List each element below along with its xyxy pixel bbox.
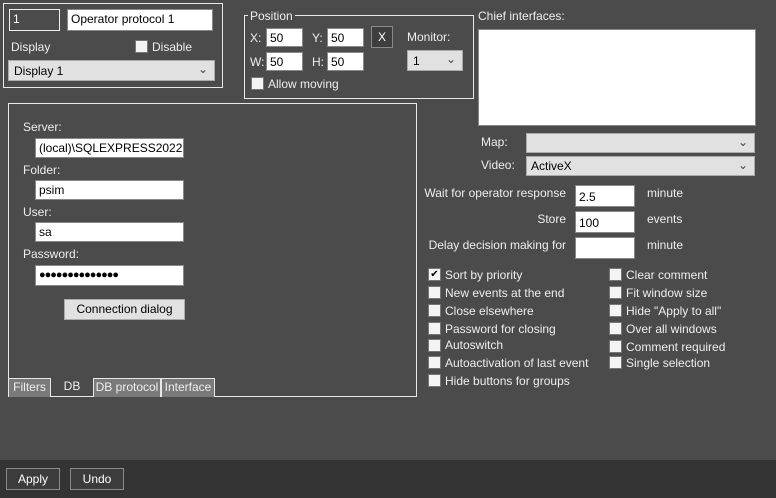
user-label: User: <box>23 205 52 219</box>
monitor-select[interactable]: 1 ⌄ <box>407 50 463 71</box>
map-select[interactable]: ⌄ <box>526 133 755 153</box>
hide-apply-to-all-checkbox[interactable] <box>609 304 622 317</box>
display-select[interactable]: Display 1 ⌄ <box>8 60 215 81</box>
single-selection-checkbox[interactable] <box>609 356 622 369</box>
w-label: W: <box>250 55 265 69</box>
option-label: Sort by priority <box>445 268 523 282</box>
allow-moving-checkbox[interactable] <box>251 77 264 90</box>
chief-interfaces-list[interactable] <box>478 29 756 126</box>
store-field[interactable]: 100 <box>575 211 635 233</box>
wait-unit: minute <box>647 186 684 200</box>
chevron-down-icon: ⌄ <box>737 135 748 149</box>
disable-label: Disable <box>152 40 193 54</box>
video-select[interactable]: ActiveX ⌄ <box>526 156 755 176</box>
close-elsewhere-checkbox[interactable] <box>428 304 441 317</box>
delay-unit: minute <box>647 238 684 252</box>
y-label: Y: <box>312 31 323 45</box>
new-events-at-end-checkbox[interactable] <box>428 286 441 299</box>
password-field[interactable]: ●●●●●●●●●●●●●● <box>35 265 184 286</box>
delay-field[interactable] <box>575 237 635 259</box>
comment-required-checkbox[interactable] <box>609 340 622 353</box>
chevron-down-icon: ⌄ <box>197 62 208 76</box>
reset-position-button[interactable]: X <box>371 26 393 48</box>
hide-buttons-for-groups-checkbox[interactable] <box>428 374 441 387</box>
tab-filters[interactable]: Filters <box>8 378 51 397</box>
monitor-select-value: 1 <box>413 54 420 68</box>
server-field[interactable]: (local)\SQLEXPRESS2022 <box>35 138 184 158</box>
allow-moving-label: Allow moving <box>268 77 339 91</box>
option-label: Clear comment <box>626 268 708 282</box>
x-label: X: <box>250 31 262 45</box>
tab-db-protocol[interactable]: DB protocol <box>93 378 161 397</box>
option-label: Hide buttons for groups <box>445 374 570 388</box>
chief-interfaces-label: Chief interfaces: <box>478 9 565 23</box>
folder-label: Folder: <box>23 163 61 177</box>
disable-checkbox[interactable] <box>135 40 148 53</box>
option-label: New events at the end <box>445 286 565 300</box>
display-label: Display <box>11 40 51 54</box>
option-label: Comment required <box>626 340 726 354</box>
map-label: Map: <box>481 135 508 149</box>
x-field[interactable]: 50 <box>266 28 303 47</box>
chevron-down-icon: ⌄ <box>737 158 748 172</box>
sort-by-priority-checkbox[interactable]: ✔ <box>428 268 441 281</box>
tab-db[interactable]: DB <box>51 378 93 396</box>
connection-dialog-button[interactable]: Connection dialog <box>64 299 185 320</box>
h-label: H: <box>312 55 324 69</box>
clear-comment-checkbox[interactable] <box>609 268 622 281</box>
chevron-down-icon: ⌄ <box>445 52 456 66</box>
name-field[interactable]: Operator protocol 1 <box>67 9 213 31</box>
position-title: Position <box>248 9 295 23</box>
option-label: Autoactivation of last event <box>445 356 589 370</box>
video-select-value: ActiveX <box>531 159 572 173</box>
user-field[interactable]: sa <box>35 222 184 242</box>
option-label: Hide "Apply to all" <box>626 304 722 318</box>
video-label: Video: <box>481 158 515 172</box>
undo-button[interactable]: Undo <box>70 468 124 490</box>
apply-button[interactable]: Apply <box>6 468 60 490</box>
delay-label: Delay decision making for <box>428 238 566 252</box>
folder-field[interactable]: psim <box>35 180 184 200</box>
store-unit: events <box>647 212 683 226</box>
id-field[interactable]: 1 <box>9 9 60 31</box>
option-label: Close elsewhere <box>445 304 534 318</box>
option-label: Fit window size <box>626 286 708 300</box>
display-select-value: Display 1 <box>14 64 64 78</box>
option-label: Over all windows <box>626 322 717 336</box>
option-label: Password for closing <box>445 322 556 336</box>
h-field[interactable]: 50 <box>327 52 364 71</box>
server-label: Server: <box>23 120 62 134</box>
option-label: Autoswitch <box>445 338 504 352</box>
wait-field[interactable]: 2.5 <box>575 185 635 207</box>
option-label: Single selection <box>626 356 711 370</box>
store-label: Store <box>537 212 566 226</box>
password-label: Password: <box>23 247 80 261</box>
wait-label: Wait for operator response <box>424 186 566 200</box>
autoactivation-checkbox[interactable] <box>428 356 441 369</box>
y-field[interactable]: 50 <box>327 28 364 47</box>
password-for-closing-checkbox[interactable] <box>428 322 441 335</box>
tab-interface[interactable]: Interface <box>161 378 215 397</box>
monitor-label: Monitor: <box>407 30 451 44</box>
fit-window-size-checkbox[interactable] <box>609 286 622 299</box>
autoswitch-checkbox[interactable] <box>428 339 441 352</box>
over-all-windows-checkbox[interactable] <box>609 322 622 335</box>
w-field[interactable]: 50 <box>266 52 303 71</box>
